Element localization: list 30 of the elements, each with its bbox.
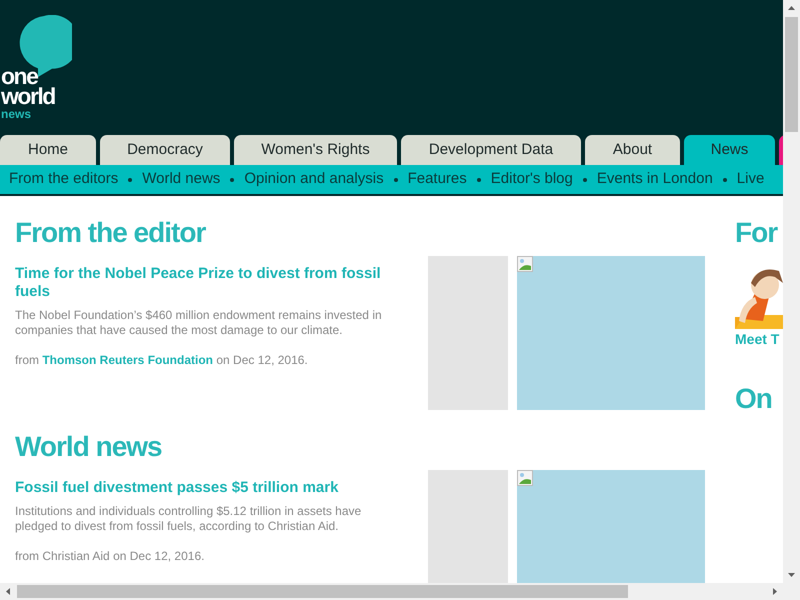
logo-text: one (1, 66, 38, 86)
article-summary: Institutions and individuals controlling $5.12 trillion in assets have pledged to divest from fossil fuels, according to Christian Aid. (15, 504, 362, 534)
nav-tab[interactable]: Home (0, 135, 96, 165)
sub-navigation-link[interactable]: Events in London (596, 168, 713, 191)
logo-subtitle: news (1, 108, 32, 120)
sidebar-heading: On (735, 382, 773, 416)
sub-navigation-link[interactable]: From the editors (9, 168, 118, 191)
nav-tab[interactable]: News (684, 135, 775, 165)
section-heading: From the editor (15, 216, 207, 250)
scrollbar-thumb[interactable] (785, 17, 798, 132)
vertical-scrollbar[interactable] (783, 0, 800, 583)
sub-navigation-link[interactable]: Editor's blog (490, 168, 573, 191)
broken-image-icon (517, 470, 533, 486)
sidebar-heading: For (735, 216, 779, 250)
article-byline: from Thomson Reuters Foundation on Dec 12, 2016. (15, 353, 309, 368)
article-summary: The Nobel Foundation’s $460 million endowment remains invested in companies that have caused the most damage to our climate. (15, 308, 383, 338)
sub-navigation-link[interactable]: Live (736, 168, 764, 191)
sub-navigation-link[interactable]: World news (142, 168, 220, 191)
logo-text: world (1, 86, 55, 106)
sub-navigation-link[interactable]: Features (408, 168, 467, 191)
article-byline: from Christian Aid on Dec 12, 2016. (15, 549, 206, 564)
nav-tab[interactable]: About (585, 135, 680, 165)
nav-tab[interactable]: Development Data (401, 135, 581, 165)
scrollbar-thumb[interactable] (17, 585, 628, 598)
section-heading: World news (15, 430, 163, 464)
horizontal-scrollbar[interactable] (0, 583, 800, 600)
broken-image-icon (517, 256, 533, 272)
nav-tab[interactable]: Women's Rights (234, 135, 397, 165)
nav-tab[interactable]: Democracy (100, 135, 230, 165)
sub-navigation-link[interactable]: Opinion and analysis (244, 168, 384, 191)
